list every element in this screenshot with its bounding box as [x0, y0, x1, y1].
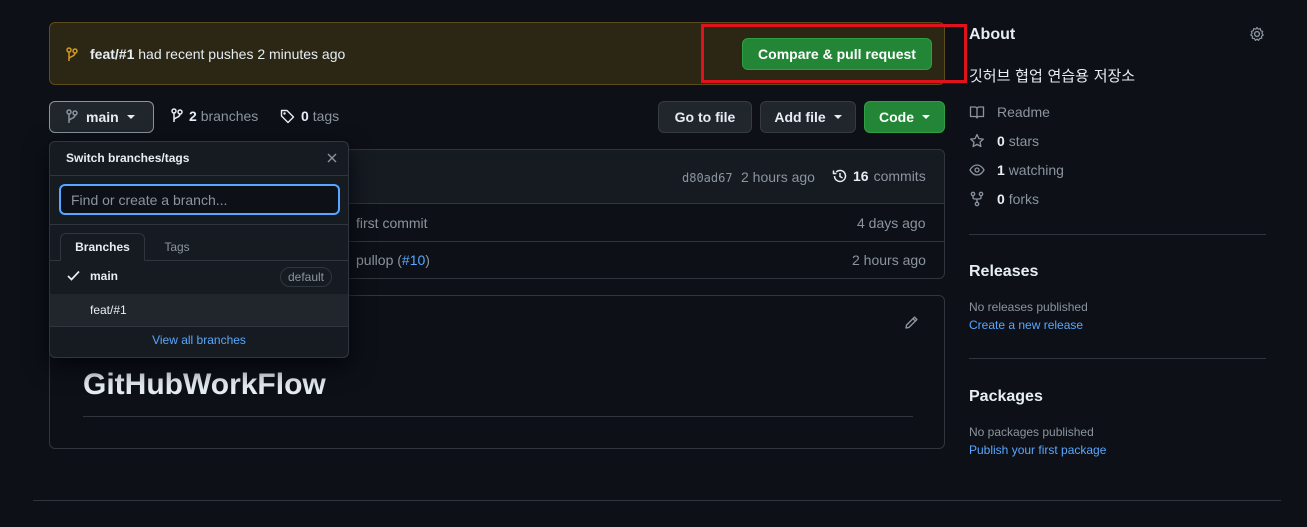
commits-link[interactable]: 16 commits	[832, 168, 926, 184]
commit-message-text: )	[425, 252, 430, 268]
banner-message: had recent pushes 2 minutes ago	[134, 46, 346, 62]
branches-count: 2	[189, 108, 197, 124]
file-commit-message[interactable]: pullop (#10)	[356, 252, 430, 268]
about-heading: About	[969, 26, 1016, 43]
git-branch-icon	[66, 109, 78, 125]
star-icon	[969, 133, 985, 149]
packages-heading[interactable]: Packages	[969, 388, 1043, 406]
file-commit-message[interactable]: first commit	[356, 215, 428, 231]
close-icon[interactable]	[327, 153, 337, 163]
check-icon	[67, 270, 80, 281]
history-icon	[832, 168, 848, 184]
code-button[interactable]: Code	[864, 101, 945, 133]
branches-link[interactable]: 2 branches	[171, 108, 258, 124]
current-branch-label: main	[86, 109, 119, 125]
tag-icon	[280, 109, 295, 124]
tab-branches[interactable]: Branches	[60, 233, 145, 261]
readme-heading: GitHubWorkFlow	[83, 368, 326, 401]
commit-time: 2 hours ago	[741, 169, 815, 185]
branch-name: main	[90, 269, 119, 283]
tags-label: tags	[312, 108, 340, 124]
git-branch-icon	[66, 47, 78, 63]
banner-branch-name[interactable]: feat/#1	[90, 46, 134, 62]
branch-item-feat[interactable]: feat/#1	[50, 294, 348, 326]
dropdown-divider	[50, 224, 348, 225]
stars-count: 0	[997, 133, 1005, 149]
fork-icon	[969, 191, 985, 207]
branch-switcher-dropdown: Switch branches/tags Branches Tags main …	[49, 141, 349, 358]
sidebar-divider	[969, 358, 1266, 359]
branch-item-main[interactable]: main default	[50, 260, 348, 292]
code-label: Code	[879, 109, 914, 125]
add-file-label: Add file	[774, 109, 826, 125]
default-badge: default	[279, 267, 332, 287]
watching-link[interactable]: 1 watching	[969, 162, 1064, 178]
branch-select-button[interactable]: main	[49, 101, 154, 133]
go-to-file-button[interactable]: Go to file	[658, 101, 752, 133]
add-file-button[interactable]: Add file	[760, 101, 856, 133]
dropdown-divider	[50, 326, 348, 327]
footer-divider	[33, 500, 1281, 501]
branch-name: feat/#1	[90, 303, 127, 317]
commit-message-text: pullop (	[356, 252, 402, 268]
readme-label: Readme	[997, 104, 1050, 120]
forks-count: 0	[997, 191, 1005, 207]
releases-heading[interactable]: Releases	[969, 263, 1038, 281]
tags-link[interactable]: 0 tags	[280, 108, 339, 124]
pull-request-link[interactable]: #10	[402, 252, 425, 268]
compare-pull-request-button[interactable]: Compare & pull request	[742, 38, 932, 70]
dropdown-title: Switch branches/tags	[66, 151, 190, 165]
forks-link[interactable]: 0 forks	[969, 191, 1039, 207]
chevron-down-icon	[126, 115, 135, 119]
tab-tags[interactable]: Tags	[148, 233, 206, 261]
tags-count: 0	[301, 108, 309, 124]
dropdown-divider	[50, 175, 348, 176]
watching-count: 1	[997, 162, 1005, 178]
commits-count: 16	[853, 168, 869, 184]
chevron-down-icon	[833, 115, 842, 119]
readme-link[interactable]: Readme	[969, 104, 1050, 120]
sidebar-divider	[969, 234, 1266, 235]
create-release-link[interactable]: Create a new release	[969, 318, 1083, 332]
git-branch-icon	[171, 108, 183, 124]
stars-link[interactable]: 0 stars	[969, 133, 1039, 149]
commit-sha[interactable]: d80ad67	[682, 171, 733, 185]
branch-search-input[interactable]	[59, 184, 340, 215]
repo-description: 깃허브 협업 연습용 저장소	[969, 67, 1136, 85]
pencil-icon[interactable]	[904, 315, 919, 330]
packages-empty-text: No packages published	[969, 425, 1094, 439]
watching-label: watching	[1008, 162, 1064, 178]
eye-icon	[969, 162, 985, 178]
file-commit-time: 2 hours ago	[852, 252, 926, 268]
branches-label: branches	[200, 108, 259, 124]
file-commit-time: 4 days ago	[857, 215, 926, 231]
stars-label: stars	[1008, 133, 1040, 149]
releases-empty-text: No releases published	[969, 300, 1088, 314]
go-to-file-label: Go to file	[674, 109, 736, 125]
publish-package-link[interactable]: Publish your first package	[969, 443, 1106, 457]
view-all-branches-link[interactable]: View all branches	[50, 333, 348, 347]
heading-divider	[83, 416, 913, 417]
gear-icon[interactable]	[1249, 26, 1265, 42]
commits-label: commits	[873, 168, 926, 184]
book-icon	[969, 104, 985, 120]
chevron-down-icon	[922, 115, 930, 119]
forks-label: forks	[1008, 191, 1040, 207]
